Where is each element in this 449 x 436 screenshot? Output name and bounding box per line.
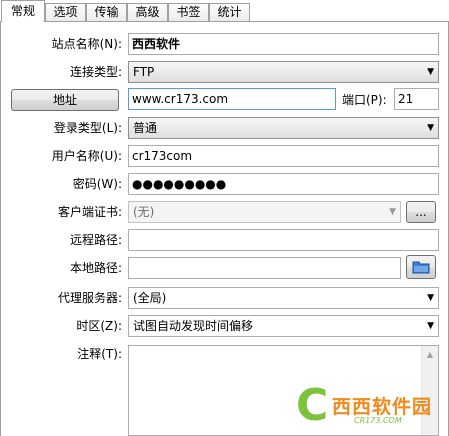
port-label: 端口(P): xyxy=(342,93,387,107)
site-name-input[interactable]: 西西软件 xyxy=(128,33,439,55)
chevron-down-icon: ▼ xyxy=(427,67,434,77)
local-path-input[interactable] xyxy=(128,257,401,279)
conn-type-select[interactable]: FTP ▼ xyxy=(128,61,439,83)
tab-label: 高级 xyxy=(135,5,160,19)
remote-path-label: 远程路径: xyxy=(69,233,122,247)
proxy-label: 代理服务器: xyxy=(57,291,122,305)
tab-label: 选项 xyxy=(53,5,78,19)
login-type-select[interactable]: 普通 ▼ xyxy=(128,117,439,139)
remote-path-input[interactable] xyxy=(128,229,439,251)
username-label: 用户名称(U): xyxy=(51,149,122,163)
tab-label: 常规 xyxy=(10,4,35,18)
scroll-up-icon[interactable]: ▲ xyxy=(422,346,438,363)
password-input[interactable]: ●●●●●●●●● xyxy=(128,173,439,195)
tab-label: 传输 xyxy=(94,5,119,19)
password-label: 密码(W): xyxy=(72,177,122,191)
conn-type-value: FTP xyxy=(133,65,155,79)
timezone-value: 试图自动发现时间偏移 xyxy=(133,319,254,333)
chevron-down-icon: ▼ xyxy=(427,321,434,331)
watermark-site: CR173.COM xyxy=(354,416,402,425)
client-cert-label: 客户端证书: xyxy=(57,205,122,219)
watermark-letter: C xyxy=(296,380,329,431)
timezone-label: 时区(Z): xyxy=(76,319,122,333)
proxy-value: (全局) xyxy=(133,291,167,305)
tab-options[interactable]: 选项 xyxy=(45,3,86,22)
site-name-label: 站点名称(N): xyxy=(51,37,122,51)
watermark-logo: C 西西软件园 CR173.COM xyxy=(296,384,449,436)
tab-bar: 常规 选项 传输 高级 书签 统计 xyxy=(0,0,449,22)
login-type-label: 登录类型(L): xyxy=(53,121,122,135)
watermark-brand: 西西软件园 xyxy=(332,396,433,418)
client-cert-select[interactable]: (无) ▼ xyxy=(128,201,401,223)
tab-transfer[interactable]: 传输 xyxy=(86,3,127,22)
chevron-down-icon: ▼ xyxy=(427,123,434,133)
tab-label: 书签 xyxy=(176,5,201,19)
address-button[interactable]: 地址 xyxy=(11,89,119,111)
tab-statistics[interactable]: 统计 xyxy=(209,3,250,22)
tab-label: 统计 xyxy=(217,5,242,19)
chevron-down-icon: ▼ xyxy=(427,293,434,303)
chevron-down-icon: ▼ xyxy=(389,207,396,217)
username-input[interactable]: cr173com xyxy=(128,145,439,167)
login-type-value: 普通 xyxy=(133,121,158,135)
conn-type-label: 连接类型: xyxy=(69,65,122,79)
timezone-select[interactable]: 试图自动发现时间偏移 ▼ xyxy=(128,315,439,337)
address-input[interactable]: www.cr173.com xyxy=(128,88,336,110)
proxy-select[interactable]: (全局) ▼ xyxy=(128,287,439,309)
folder-icon xyxy=(412,261,430,274)
port-input[interactable]: 21 xyxy=(394,88,439,110)
tab-bookmarks[interactable]: 书签 xyxy=(168,3,209,22)
browse-local-button[interactable] xyxy=(406,255,436,279)
local-path-label: 本地路径: xyxy=(69,261,122,275)
tab-general[interactable]: 常规 xyxy=(1,0,45,22)
tab-advanced[interactable]: 高级 xyxy=(127,3,168,22)
browse-cert-button[interactable]: ... xyxy=(406,201,436,223)
client-cert-value: (无) xyxy=(133,205,155,219)
notes-label: 注释(T): xyxy=(77,347,122,361)
